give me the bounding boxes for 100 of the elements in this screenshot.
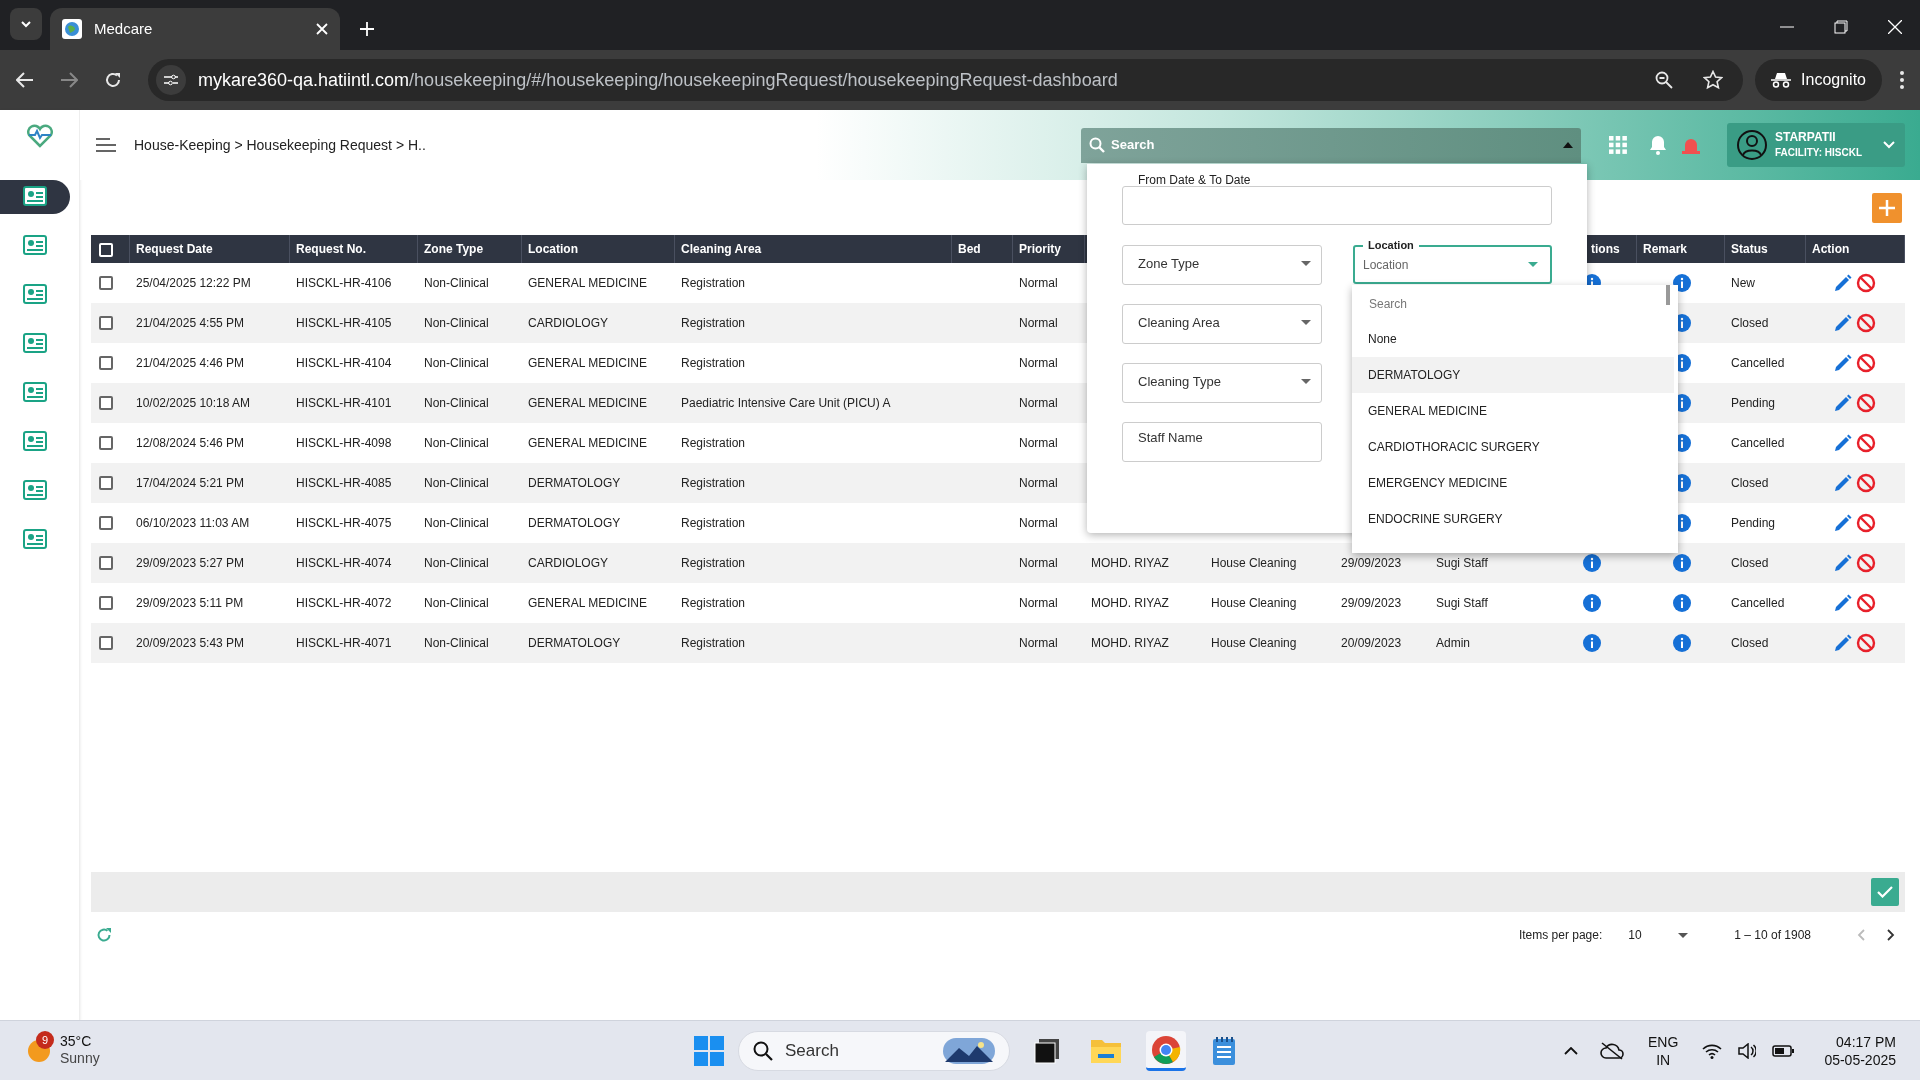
table-cell-text: Non-Clinical — [423, 435, 489, 452]
table-cell-text: Registration — [680, 435, 746, 452]
table-cell-text: GENERAL MEDICINE — [527, 595, 647, 612]
items-per-page-select[interactable]: 10 — [1628, 926, 1689, 944]
table-cell-text: GENERAL MEDICINE — [527, 395, 647, 412]
table-cell-text: HISCKL-HR-4075 — [295, 515, 392, 532]
url-text: mykare360-qa.hatiintl.com/housekeeping/#/housekeeping/housekeepingRequest/housekeepingRequest-dashboard — [198, 68, 1119, 92]
table-cell-text: Registration — [680, 635, 746, 652]
table-cell-text: Admin — [1435, 635, 1470, 652]
table-cell-text: House Cleaning — [1210, 635, 1297, 652]
table-cell-text: Closed — [1730, 315, 1769, 332]
dropdown-field[interactable]: Cleaning Area — [1122, 304, 1322, 344]
table-cell-text: Non-Clinical — [423, 355, 489, 372]
table-cell-text: MOHD. RIYAZ — [1090, 555, 1169, 572]
weather-label: Sunny — [60, 1050, 100, 1067]
user-name: STARPATII — [1775, 129, 1837, 145]
page-range: 1 – 10 of 1908 — [1734, 927, 1811, 944]
table-cell-text: HISCKL-HR-4104 — [295, 355, 392, 372]
table-cell-text: House Cleaning — [1210, 595, 1297, 612]
column-header[interactable]: Location — [522, 240, 578, 258]
table-cell-text: Pending — [1730, 515, 1776, 532]
table-cell-text: HISCKL-HR-4072 — [295, 595, 392, 612]
table-cell-text: HISCKL-HR-4105 — [295, 315, 392, 332]
table-cell-text: HISCKL-HR-4074 — [295, 555, 392, 572]
column-header[interactable]: Request No. — [290, 240, 366, 258]
table-cell-text: Closed — [1730, 635, 1769, 652]
temperature: 35°C — [60, 1033, 93, 1050]
table-cell-text: GENERAL MEDICINE — [527, 435, 647, 452]
table-cell-text: DERMATOLOGY — [527, 475, 621, 492]
table-cell-text: New — [1730, 275, 1755, 292]
table-cell-text: Cancelled — [1730, 435, 1785, 452]
table-cell-text: Sugi Staff — [1435, 595, 1488, 612]
language-label[interactable]: ENG — [1648, 1032, 1679, 1051]
table-cell-text: CARDIOLOGY — [527, 555, 608, 572]
table-cell-text: 29/09/2023 — [1340, 595, 1402, 612]
table-cell-text: 21/04/2025 4:55 PM — [135, 315, 245, 332]
table-cell-text: CARDIOLOGY — [527, 315, 608, 332]
table-cell-text: 29/09/2023 — [1340, 555, 1402, 572]
column-header[interactable]: Priority — [1013, 240, 1061, 258]
column-header[interactable]: Request Date — [130, 240, 213, 258]
table-cell-text: Normal — [1018, 435, 1058, 452]
options-search-field[interactable]: Search — [1352, 287, 1662, 321]
taskbar-search[interactable]: Search — [738, 1031, 1010, 1071]
table-cell-text: Non-Clinical — [423, 475, 489, 492]
table-cell-text: 17/04/2024 5:21 PM — [135, 475, 245, 492]
table-cell-text: Registration — [680, 515, 746, 532]
table-cell-text: Registration — [680, 315, 746, 332]
table-cell-text: 10/02/2025 10:18 AM — [135, 395, 251, 412]
browser-tab[interactable]: Medcare — [50, 8, 340, 50]
table-cell-text: Normal — [1018, 395, 1058, 412]
column-header[interactable]: Bed — [952, 240, 981, 258]
staff-name-field[interactable]: Staff Name — [1122, 422, 1322, 462]
table-cell-text: Non-Clinical — [423, 275, 489, 292]
table-cell-text: 29/09/2023 5:27 PM — [135, 555, 245, 572]
incognito-button[interactable]: Incognito — [1755, 59, 1882, 101]
table-cell-text: MOHD. RIYAZ — [1090, 595, 1169, 612]
table-cell-text: Pending — [1730, 395, 1776, 412]
tab-title: Medcare — [94, 18, 154, 39]
dropdown-option[interactable]: DERMATOLOGY — [1352, 357, 1674, 393]
table-cell-text: 06/10/2023 11:03 AM — [135, 515, 250, 532]
table-cell-text: MOHD. RIYAZ — [1090, 635, 1169, 652]
address-bar[interactable]: mykare360-qa.hatiintl.com/housekeeping/#/housekeeping/housekeepingRequest/housekeepingRequest-dashboard — [148, 59, 1744, 101]
region-label[interactable]: IN — [1648, 1050, 1679, 1069]
column-header[interactable]: Zone Type — [418, 240, 484, 258]
table-cell-text: 20/09/2023 5:43 PM — [135, 635, 245, 652]
table-cell-text: Cancelled — [1730, 355, 1785, 372]
table-cell-text: Paediatric Intensive Care Unit (PICU) A — [680, 395, 891, 412]
dropdown-field[interactable]: Zone Type — [1122, 245, 1322, 285]
clock-date[interactable]: 05-05-2025 — [1824, 1050, 1896, 1069]
table-cell-text: Registration — [680, 555, 746, 572]
table-cell-text: Non-Clinical — [423, 595, 489, 612]
table-cell-text: GENERAL MEDICINE — [527, 355, 647, 372]
date-range-label: From Date & To Date — [1138, 172, 1251, 189]
facility-label: FACILITY: HISCKL — [1775, 146, 1864, 160]
table-cell-text: 20/09/2023 — [1340, 635, 1402, 652]
table-cell-text: Normal — [1018, 275, 1058, 292]
breadcrumb: House-Keeping > Housekeeping Request > H.. — [134, 135, 426, 155]
table-cell-text: Non-Clinical — [423, 555, 489, 572]
column-header[interactable]: Action — [1806, 240, 1850, 258]
table-cell-text: Closed — [1730, 475, 1769, 492]
table-cell-text: Non-Clinical — [423, 515, 489, 532]
table-cell-text: HISCKL-HR-4101 — [295, 395, 392, 412]
column-header[interactable]: Status — [1725, 240, 1768, 258]
table-cell-text: DERMATOLOGY — [527, 635, 621, 652]
table-cell-text: Registration — [680, 355, 746, 372]
table-cell-text: Registration — [680, 475, 746, 492]
column-header[interactable]: Remark — [1637, 240, 1688, 258]
table-cell-text: HISCKL-HR-4085 — [295, 475, 392, 492]
dropdown-field[interactable]: Cleaning Type — [1122, 363, 1322, 403]
table-cell-text: 25/04/2025 12:22 PM — [135, 275, 251, 292]
clock-time[interactable]: 04:17 PM — [1824, 1032, 1896, 1051]
column-header[interactable]: Cleaning Area — [675, 240, 762, 258]
table-cell-text: Closed — [1730, 555, 1769, 572]
table-cell-text: HISCKL-HR-4071 — [295, 635, 392, 652]
table-cell-text: HISCKL-HR-4106 — [295, 275, 392, 292]
table-cell-text: 12/08/2024 5:46 PM — [135, 435, 245, 452]
table-cell-text: Normal — [1018, 635, 1058, 652]
table-cell-text: 29/09/2023 5:11 PM — [135, 595, 244, 612]
table-cell-text: House Cleaning — [1210, 555, 1297, 572]
items-per-page-label: Items per page: — [1518, 927, 1603, 944]
